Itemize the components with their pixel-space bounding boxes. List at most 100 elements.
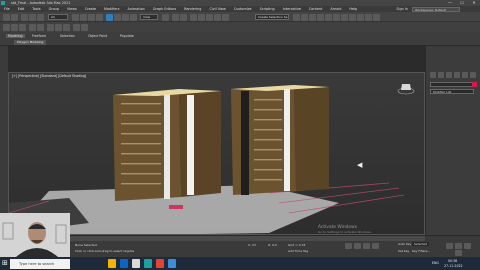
percent-snap-icon[interactable] bbox=[206, 13, 213, 21]
x-coordinate-readout[interactable]: X: 23 bbox=[248, 243, 256, 247]
menu-scripting[interactable]: Scripting bbox=[256, 7, 279, 11]
keyboard-shortcut-override-icon[interactable] bbox=[180, 13, 187, 21]
perspective-viewport[interactable]: [+] [Perspective] [Standard] [Default Sh… bbox=[8, 72, 425, 235]
tab-object-paint[interactable]: Object Paint bbox=[88, 34, 107, 38]
taskbar-search-input[interactable]: Type here to search bbox=[10, 258, 70, 269]
utilities-panel-icon[interactable] bbox=[470, 72, 476, 78]
spinner-snap-icon[interactable] bbox=[214, 13, 221, 21]
angle-snap-icon[interactable] bbox=[198, 13, 205, 21]
render-setup-icon[interactable] bbox=[357, 13, 364, 21]
previous-frame-icon[interactable] bbox=[354, 243, 361, 249]
menu-group[interactable]: Group bbox=[45, 7, 63, 11]
add-time-tag-button[interactable]: Add Time Tag bbox=[288, 249, 308, 253]
play-icon[interactable] bbox=[363, 243, 370, 249]
menu-edit[interactable]: Edit bbox=[14, 7, 29, 11]
scene-explorer-icon[interactable] bbox=[37, 23, 44, 31]
menu-arnold[interactable]: Arnold bbox=[326, 7, 345, 11]
key-filters-button[interactable]: Key Filters... bbox=[412, 249, 430, 253]
rendered-frame-window-icon[interactable] bbox=[365, 13, 372, 21]
select-manipulate-icon[interactable] bbox=[172, 13, 179, 21]
isolate-selection-icon[interactable] bbox=[47, 23, 54, 31]
menu-graph-editors[interactable]: Graph Editors bbox=[149, 7, 180, 11]
3ds-max-taskbar-icon[interactable] bbox=[144, 259, 152, 268]
modify-panel-icon[interactable] bbox=[438, 72, 444, 78]
align-icon[interactable] bbox=[301, 13, 308, 21]
store-icon[interactable] bbox=[132, 259, 140, 268]
z-coordinate-readout[interactable]: Z: 0.0 bbox=[268, 243, 277, 247]
object-color-swatch[interactable] bbox=[472, 82, 477, 87]
selection-filter-dropdown[interactable]: All bbox=[48, 14, 68, 20]
select-and-move-icon[interactable] bbox=[106, 13, 113, 21]
material-editor-icon[interactable] bbox=[349, 13, 356, 21]
select-object-icon[interactable] bbox=[72, 13, 79, 21]
go-to-start-icon[interactable] bbox=[345, 243, 352, 249]
named-selection-icon[interactable] bbox=[222, 13, 229, 21]
tab-freeform[interactable]: Freeform bbox=[32, 34, 46, 38]
layer-manager-icon[interactable] bbox=[55, 23, 62, 31]
menu-file[interactable]: File bbox=[0, 7, 14, 11]
menu-tools[interactable]: Tools bbox=[28, 7, 44, 11]
set-key-button[interactable]: Set Key bbox=[398, 249, 409, 253]
viewport-layouts-icon[interactable] bbox=[63, 23, 70, 31]
select-and-rotate-icon[interactable] bbox=[114, 13, 121, 21]
menu-help[interactable]: Help bbox=[345, 7, 361, 11]
rectangle-selection-icon[interactable] bbox=[88, 13, 95, 21]
bind-space-warp-icon[interactable] bbox=[37, 13, 44, 21]
polygon-modeling-panel[interactable]: Polygon Modeling bbox=[14, 40, 47, 45]
next-frame-icon[interactable] bbox=[372, 243, 379, 249]
menu-create[interactable]: Create bbox=[81, 7, 100, 11]
snaps-toggle-icon[interactable] bbox=[190, 13, 197, 21]
selected-dropdown[interactable]: Selected bbox=[412, 242, 430, 246]
save-file-icon[interactable] bbox=[19, 23, 26, 31]
mirror-icon[interactable] bbox=[293, 13, 300, 21]
window-crossing-icon[interactable] bbox=[96, 13, 103, 21]
menu-civil-view[interactable]: Civil View bbox=[205, 7, 229, 11]
create-panel-icon[interactable] bbox=[430, 72, 436, 78]
menu-views[interactable]: Views bbox=[63, 7, 81, 11]
recorder-icon[interactable] bbox=[156, 259, 164, 268]
link-icon[interactable] bbox=[21, 13, 28, 21]
edge-icon[interactable] bbox=[120, 259, 128, 268]
time-slider[interactable] bbox=[70, 236, 425, 241]
pan-icon[interactable] bbox=[455, 243, 462, 249]
redo-icon[interactable] bbox=[11, 13, 18, 21]
motion-panel-icon[interactable] bbox=[454, 72, 460, 78]
schematic-view-icon[interactable] bbox=[341, 13, 348, 21]
viewcube-icon[interactable] bbox=[397, 81, 415, 95]
taskbar-date[interactable]: 27-11-2022 bbox=[444, 264, 463, 268]
curve-editor-icon[interactable] bbox=[333, 13, 340, 21]
object-name-field[interactable] bbox=[430, 82, 474, 87]
unlink-icon[interactable] bbox=[29, 13, 36, 21]
zoom-icon[interactable] bbox=[446, 243, 453, 249]
file-explorer-icon[interactable] bbox=[108, 259, 116, 268]
menu-customize[interactable]: Customize bbox=[230, 7, 256, 11]
render-production-icon[interactable] bbox=[373, 13, 380, 21]
menu-rendering[interactable]: Rendering bbox=[180, 7, 205, 11]
menu-content[interactable]: Content bbox=[305, 7, 327, 11]
modifier-list-dropdown[interactable]: Modifier List bbox=[430, 89, 474, 94]
menu-modifiers[interactable]: Modifiers bbox=[100, 7, 123, 11]
tab-selection[interactable]: Selection bbox=[60, 34, 75, 38]
array-icon[interactable] bbox=[81, 23, 88, 31]
snap-to-grid-icon[interactable] bbox=[73, 23, 80, 31]
toggle-scene-explorer-icon[interactable] bbox=[309, 13, 316, 21]
app-taskbar-icon[interactable] bbox=[168, 259, 176, 268]
maximize-viewport-icon[interactable] bbox=[455, 250, 462, 256]
undo-icon[interactable] bbox=[3, 13, 10, 21]
menu-interactive[interactable]: Interactive bbox=[279, 7, 305, 11]
input-language[interactable]: ENG bbox=[432, 261, 439, 265]
select-by-name-icon[interactable] bbox=[80, 13, 87, 21]
menu-animation[interactable]: Animation bbox=[124, 7, 149, 11]
taskbar-clock[interactable]: 00:38 bbox=[448, 259, 457, 263]
display-panel-icon[interactable] bbox=[462, 72, 468, 78]
tab-populate[interactable]: Populate bbox=[120, 34, 134, 38]
orbit-icon[interactable] bbox=[464, 243, 471, 249]
new-scene-icon[interactable] bbox=[3, 23, 10, 31]
toggle-layer-explorer-icon[interactable] bbox=[317, 13, 324, 21]
named-selection-set-dropdown[interactable]: Create Selection Se bbox=[255, 14, 289, 20]
select-and-place-icon[interactable] bbox=[130, 13, 137, 21]
tab-modeling[interactable]: Modeling bbox=[6, 34, 25, 38]
windows-start-icon[interactable]: ⊞ bbox=[2, 259, 8, 267]
workspace-dropdown[interactable]: Workspaces: Default bbox=[412, 6, 460, 12]
project-folder-icon[interactable] bbox=[29, 23, 36, 31]
